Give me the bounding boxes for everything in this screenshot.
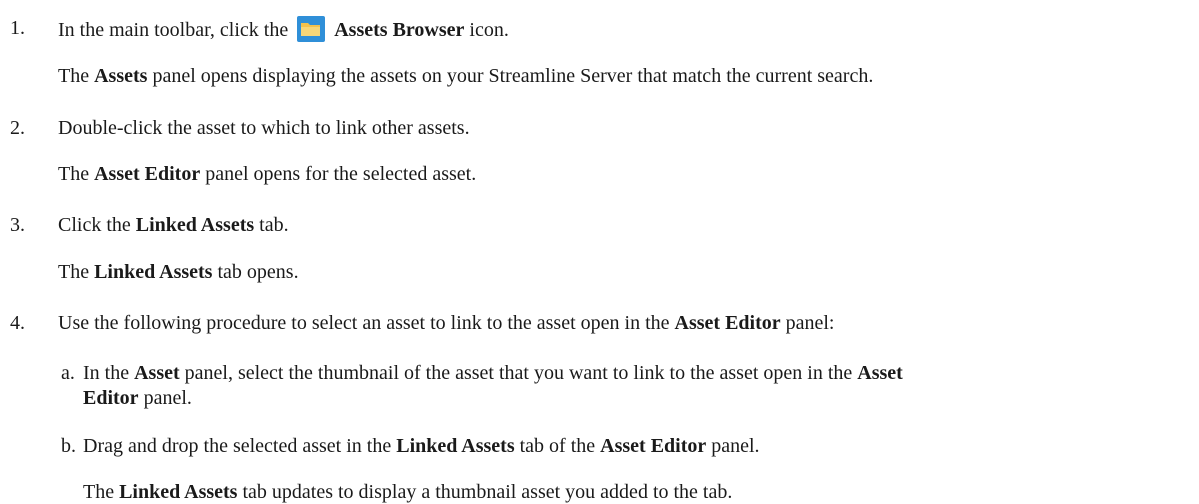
step-3-result: The Linked Assets tab opens. (58, 261, 299, 283)
step-1-result: The Assets panel opens displaying the as… (58, 65, 874, 87)
ui-term: Editor (83, 387, 139, 409)
ui-term: Asset Editor (94, 163, 201, 185)
substep-letter: b. (61, 435, 76, 457)
step-number: 4. (10, 312, 25, 334)
ui-term: Asset (134, 362, 180, 384)
ui-term: Asset Editor (600, 435, 707, 457)
ui-term: Linked Assets (135, 214, 255, 236)
step-text: Double-click the asset to which to link … (58, 117, 470, 139)
folder-icon (297, 16, 326, 42)
substep-a-continued: Editor panel. (83, 387, 192, 409)
ui-term: Asset (857, 362, 903, 384)
substep-letter: a. (61, 362, 75, 384)
ui-term: Assets (94, 65, 148, 87)
step-number: 1. (10, 17, 25, 39)
substep-b-result: The Linked Assets tab updates to display… (83, 481, 733, 503)
ui-term: Assets Browser (334, 19, 465, 41)
step-2-result: The Asset Editor panel opens for the sel… (58, 163, 477, 185)
step-text: In the main toolbar, click the (58, 19, 289, 41)
ui-term: Linked Assets (94, 261, 213, 283)
step-number: 2. (10, 117, 25, 139)
ui-term: Linked Assets (396, 435, 515, 457)
step-number: 3. (10, 214, 25, 236)
ui-term: Linked Assets (119, 481, 238, 503)
ui-term: Asset Editor (674, 312, 781, 334)
